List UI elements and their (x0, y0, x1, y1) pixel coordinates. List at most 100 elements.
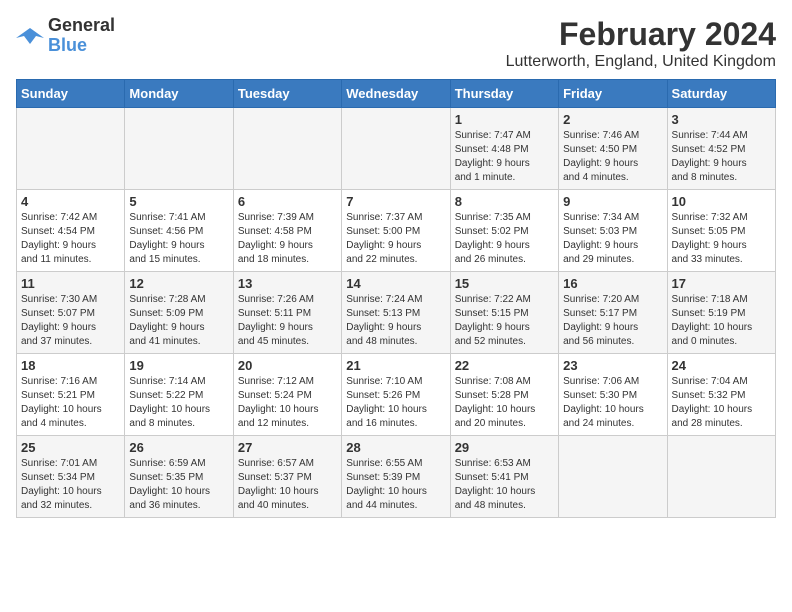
calendar-cell: 18 Sunrise: 7:16 AM Sunset: 5:21 PM Dayli… (17, 354, 125, 436)
calendar-cell: 1 Sunrise: 7:47 AM Sunset: 4:48 PM Daylig… (450, 108, 558, 190)
calendar-cell: 22 Sunrise: 7:08 AM Sunset: 5:28 PM Dayli… (450, 354, 558, 436)
calendar-cell: 13 Sunrise: 7:26 AM Sunset: 5:11 PM Dayli… (233, 272, 341, 354)
day-info: Sunrise: 7:12 AM Sunset: 5:24 PM Dayligh… (238, 375, 337, 431)
calendar-cell: 11 Sunrise: 7:30 AM Sunset: 5:07 PM Dayli… (17, 272, 125, 354)
day-number: 16 (563, 276, 662, 291)
day-info: Sunrise: 6:55 AM Sunset: 5:39 PM Dayligh… (346, 457, 445, 513)
week-row-1: 1 Sunrise: 7:47 AM Sunset: 4:48 PM Daylig… (17, 108, 776, 190)
calendar-cell: 3Sunrise: 7:44 AM Sunset: 4:52 PM Daylig… (667, 108, 775, 190)
calendar-cell: 29 Sunrise: 6:53 AM Sunset: 5:41 PM Dayli… (450, 436, 558, 518)
day-info: Sunrise: 7:41 AM Sunset: 4:56 PM Dayligh… (129, 211, 228, 267)
day-info: Sunrise: 7:28 AM Sunset: 5:09 PM Dayligh… (129, 293, 228, 349)
day-info: Sunrise: 7:18 AM Sunset: 5:19 PM Dayligh… (672, 293, 771, 349)
calendar-cell: 2Sunrise: 7:46 AM Sunset: 4:50 PM Daylig… (559, 108, 667, 190)
calendar-cell (667, 436, 775, 518)
day-info: Sunrise: 7:42 AM Sunset: 4:54 PM Dayligh… (21, 211, 120, 267)
day-info: Sunrise: 7:24 AM Sunset: 5:13 PM Dayligh… (346, 293, 445, 349)
day-info: Sunrise: 6:53 AM Sunset: 5:41 PM Dayligh… (455, 457, 554, 513)
day-info: Sunrise: 7:14 AM Sunset: 5:22 PM Dayligh… (129, 375, 228, 431)
day-info: Sunrise: 7:01 AM Sunset: 5:34 PM Dayligh… (21, 457, 120, 513)
calendar-cell (17, 108, 125, 190)
calendar-cell: 23 Sunrise: 7:06 AM Sunset: 5:30 PM Dayli… (559, 354, 667, 436)
day-number: 29 (455, 440, 554, 455)
week-row-5: 25 Sunrise: 7:01 AM Sunset: 5:34 PM Dayli… (17, 436, 776, 518)
logo: General Blue (16, 16, 115, 56)
day-number: 21 (346, 358, 445, 373)
calendar-cell: 17 Sunrise: 7:18 AM Sunset: 5:19 PM Dayli… (667, 272, 775, 354)
day-number: 10 (672, 194, 771, 209)
logo-bird-icon (16, 24, 44, 48)
day-number: 8 (455, 194, 554, 209)
calendar-cell: 15Sunrise: 7:22 AM Sunset: 5:15 PM Dayli… (450, 272, 558, 354)
day-info: Sunrise: 6:57 AM Sunset: 5:37 PM Dayligh… (238, 457, 337, 513)
header-cell-saturday: Saturday (667, 80, 775, 108)
day-number: 7 (346, 194, 445, 209)
day-number: 15 (455, 276, 554, 291)
week-row-3: 11 Sunrise: 7:30 AM Sunset: 5:07 PM Dayli… (17, 272, 776, 354)
day-number: 18 (21, 358, 120, 373)
calendar-cell (233, 108, 341, 190)
day-info: Sunrise: 7:20 AM Sunset: 5:17 PM Dayligh… (563, 293, 662, 349)
day-number: 6 (238, 194, 337, 209)
day-info: Sunrise: 7:08 AM Sunset: 5:28 PM Dayligh… (455, 375, 554, 431)
calendar-cell: 28 Sunrise: 6:55 AM Sunset: 5:39 PM Dayli… (342, 436, 450, 518)
day-info: Sunrise: 7:34 AM Sunset: 5:03 PM Dayligh… (563, 211, 662, 267)
calendar-cell: 4 Sunrise: 7:42 AM Sunset: 4:54 PM Daylig… (17, 190, 125, 272)
calendar-cell: 12 Sunrise: 7:28 AM Sunset: 5:09 PM Dayli… (125, 272, 233, 354)
calendar-header: SundayMondayTuesdayWednesdayThursdayFrid… (17, 80, 776, 108)
calendar-cell: 20 Sunrise: 7:12 AM Sunset: 5:24 PM Dayli… (233, 354, 341, 436)
day-info: Sunrise: 7:26 AM Sunset: 5:11 PM Dayligh… (238, 293, 337, 349)
week-row-2: 4 Sunrise: 7:42 AM Sunset: 4:54 PM Daylig… (17, 190, 776, 272)
day-info: Sunrise: 7:47 AM Sunset: 4:48 PM Dayligh… (455, 129, 554, 185)
day-number: 12 (129, 276, 228, 291)
day-info: Sunrise: 7:32 AM Sunset: 5:05 PM Dayligh… (672, 211, 771, 267)
calendar-cell: 6Sunrise: 7:39 AM Sunset: 4:58 PM Daylig… (233, 190, 341, 272)
header-cell-friday: Friday (559, 80, 667, 108)
day-number: 22 (455, 358, 554, 373)
day-number: 3 (672, 112, 771, 127)
day-info: Sunrise: 6:59 AM Sunset: 5:35 PM Dayligh… (129, 457, 228, 513)
day-info: Sunrise: 7:10 AM Sunset: 5:26 PM Dayligh… (346, 375, 445, 431)
day-number: 4 (21, 194, 120, 209)
calendar-cell: 9Sunrise: 7:34 AM Sunset: 5:03 PM Daylig… (559, 190, 667, 272)
day-number: 13 (238, 276, 337, 291)
calendar-body: 1 Sunrise: 7:47 AM Sunset: 4:48 PM Daylig… (17, 108, 776, 518)
day-info: Sunrise: 7:04 AM Sunset: 5:32 PM Dayligh… (672, 375, 771, 431)
day-number: 11 (21, 276, 120, 291)
calendar-cell: 5 Sunrise: 7:41 AM Sunset: 4:56 PM Daylig… (125, 190, 233, 272)
day-number: 14 (346, 276, 445, 291)
day-number: 2 (563, 112, 662, 127)
day-info: Sunrise: 7:16 AM Sunset: 5:21 PM Dayligh… (21, 375, 120, 431)
day-number: 25 (21, 440, 120, 455)
day-number: 20 (238, 358, 337, 373)
day-number: 19 (129, 358, 228, 373)
calendar-cell (559, 436, 667, 518)
header-cell-sunday: Sunday (17, 80, 125, 108)
calendar-cell: 14 Sunrise: 7:24 AM Sunset: 5:13 PM Dayli… (342, 272, 450, 354)
day-number: 26 (129, 440, 228, 455)
calendar-cell: 19 Sunrise: 7:14 AM Sunset: 5:22 PM Dayli… (125, 354, 233, 436)
header-row: SundayMondayTuesdayWednesdayThursdayFrid… (17, 80, 776, 108)
day-number: 1 (455, 112, 554, 127)
day-info: Sunrise: 7:30 AM Sunset: 5:07 PM Dayligh… (21, 293, 120, 349)
day-number: 23 (563, 358, 662, 373)
week-row-4: 18 Sunrise: 7:16 AM Sunset: 5:21 PM Dayli… (17, 354, 776, 436)
day-info: Sunrise: 7:37 AM Sunset: 5:00 PM Dayligh… (346, 211, 445, 267)
day-number: 5 (129, 194, 228, 209)
day-number: 28 (346, 440, 445, 455)
main-title: February 2024 (506, 16, 776, 53)
subtitle: Lutterworth, England, United Kingdom (506, 53, 776, 71)
calendar-cell: 8 Sunrise: 7:35 AM Sunset: 5:02 PM Daylig… (450, 190, 558, 272)
calendar-cell: 7 Sunrise: 7:37 AM Sunset: 5:00 PM Daylig… (342, 190, 450, 272)
calendar-cell: 26 Sunrise: 6:59 AM Sunset: 5:35 PM Dayli… (125, 436, 233, 518)
day-number: 17 (672, 276, 771, 291)
day-info: Sunrise: 7:06 AM Sunset: 5:30 PM Dayligh… (563, 375, 662, 431)
calendar-cell: 16 Sunrise: 7:20 AM Sunset: 5:17 PM Dayli… (559, 272, 667, 354)
header: General Blue February 2024 Lutterworth, … (16, 16, 776, 71)
day-number: 24 (672, 358, 771, 373)
header-cell-wednesday: Wednesday (342, 80, 450, 108)
day-info: Sunrise: 7:35 AM Sunset: 5:02 PM Dayligh… (455, 211, 554, 267)
logo-text: General Blue (48, 16, 115, 56)
calendar-cell: 10 Sunrise: 7:32 AM Sunset: 5:05 PM Dayli… (667, 190, 775, 272)
header-cell-monday: Monday (125, 80, 233, 108)
